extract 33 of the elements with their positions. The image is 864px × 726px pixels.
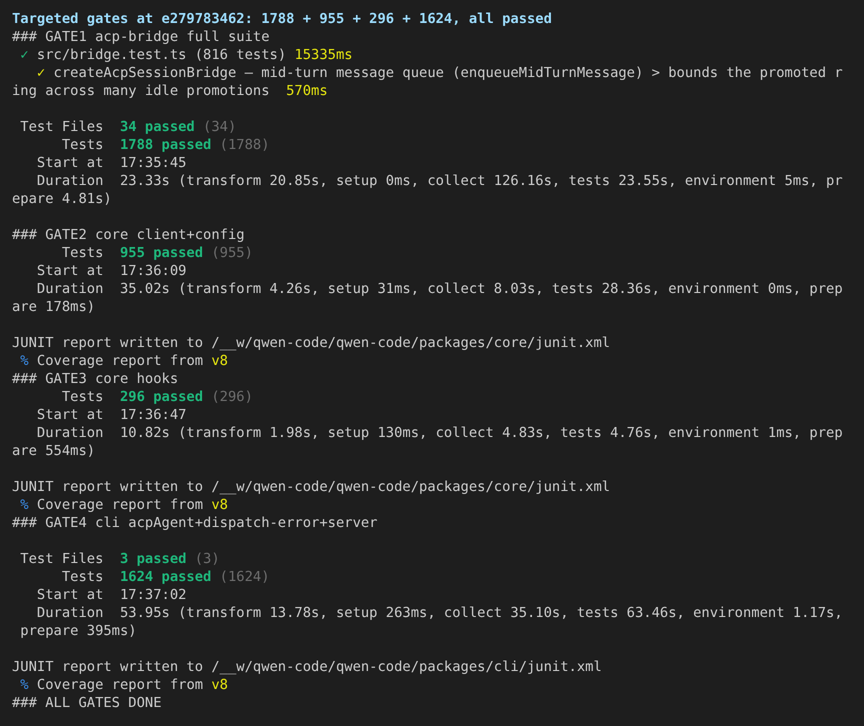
terminal-line: Test Files 34 passed (34): [19, 118, 236, 136]
terminal-line: ✓ createAcpSessionBridge – mid-turn message queue (enqueueMidTurnMessage) > bounds the promoted r: [36, 64, 843, 82]
terminal-line: ### GATE1 acp-bridge full suite: [12, 28, 270, 46]
terminal-line: Targeted gates at e279783462: 1788 + 955 + 296 + 1624, all passed: [12, 10, 552, 28]
terminal-line: prepare 395ms): [19, 622, 137, 640]
terminal-line: JUNIT report written to /__w/qwen-code/qwen-code/packages/core/junit.xml: [12, 478, 610, 496]
terminal-line: % Coverage report from v8: [19, 352, 228, 370]
terminal-line: Tests 1788 passed (1788): [60, 136, 270, 154]
terminal-line: ### GATE2 core client+config: [12, 226, 245, 244]
terminal-line: ### GATE3 core hooks: [12, 370, 178, 388]
terminal-line: Tests 955 passed (955): [60, 244, 253, 262]
terminal-line: Duration 35.02s (transform 4.26s, setup 31ms, collect 8.03s, tests 28.36s, environment 0ms, prep: [36, 280, 843, 298]
terminal-line: Start at 17:36:47: [36, 406, 186, 424]
terminal-line: % Coverage report from v8: [19, 676, 228, 694]
terminal-line: ### GATE4 cli acpAgent+dispatch-error+server: [12, 514, 378, 532]
terminal-line: JUNIT report written to /__w/qwen-code/qwen-code/packages/core/junit.xml: [12, 334, 610, 352]
terminal-line: ing across many idle promotions 570ms: [12, 82, 328, 100]
terminal-line: Start at 17:35:45: [36, 154, 186, 172]
terminal-line: Tests 1624 passed (1624): [60, 568, 270, 586]
terminal-line: Start at 17:36:09: [36, 262, 186, 280]
terminal-line: epare 4.81s): [12, 190, 112, 208]
terminal-line: Duration 53.95s (transform 13.78s, setup 263ms, collect 35.10s, tests 63.46s, environment 1.17s,: [36, 604, 843, 622]
terminal-line: ✓ src/bridge.test.ts (816 tests) 15335ms: [19, 46, 353, 64]
terminal-line: ### ALL GATES DONE: [12, 694, 162, 712]
terminal-line: Test Files 3 passed (3): [19, 550, 220, 568]
terminal-line: Tests 296 passed (296): [60, 388, 253, 406]
terminal-line: Duration 10.82s (transform 1.98s, setup 130ms, collect 4.83s, tests 4.76s, environment 1ms, prep: [36, 424, 843, 442]
terminal-line: JUNIT report written to /__w/qwen-code/qwen-code/packages/cli/junit.xml: [12, 658, 602, 676]
terminal-line: are 554ms): [12, 442, 96, 460]
terminal-line: Duration 23.33s (transform 20.85s, setup 0ms, collect 126.16s, tests 23.55s, environment 5ms, pr: [36, 172, 843, 190]
terminal-line: Start at 17:37:02: [36, 586, 186, 604]
terminal-line: are 178ms): [12, 298, 96, 316]
terminal-line: % Coverage report from v8: [19, 496, 228, 514]
